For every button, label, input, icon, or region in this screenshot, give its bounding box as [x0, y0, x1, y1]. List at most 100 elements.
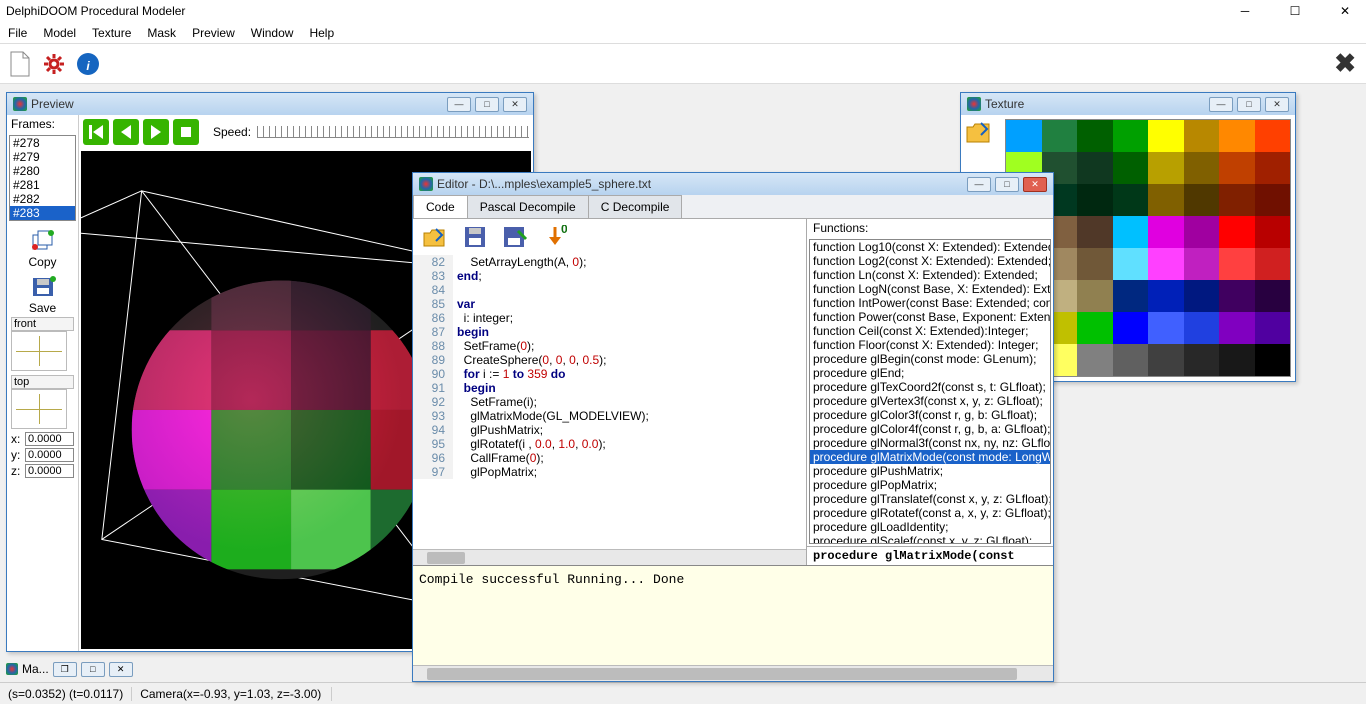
texture-swatch[interactable] [1148, 120, 1184, 152]
code-hscrollbar[interactable] [413, 549, 806, 565]
texture-swatch[interactable] [1113, 312, 1149, 344]
minimized-window[interactable]: Ma... ❐ □ ✕ [6, 662, 133, 677]
save-icon[interactable] [461, 223, 489, 251]
frame-item-selected[interactable]: #283 [10, 206, 75, 220]
close-x-icon[interactable]: ✖ [1334, 48, 1356, 79]
functions-list[interactable]: function Log10(const X: Extended): Exten… [809, 239, 1051, 544]
texture-swatch[interactable] [1077, 248, 1113, 280]
tab-pascal-decompile[interactable]: Pascal Decompile [467, 195, 589, 218]
editor-maximize-button[interactable]: □ [995, 177, 1019, 192]
texture-swatch[interactable] [1184, 184, 1220, 216]
texture-swatch[interactable] [1184, 120, 1220, 152]
frames-list[interactable]: #278 #279 #280 #281 #282 #283 [9, 135, 76, 221]
texture-swatch[interactable] [1148, 216, 1184, 248]
minimized-restore-button[interactable]: ❐ [53, 662, 77, 677]
texture-swatch[interactable] [1148, 152, 1184, 184]
new-file-icon[interactable] [8, 52, 32, 76]
save-button[interactable]: Save [21, 275, 65, 315]
texture-swatch[interactable] [1184, 344, 1220, 376]
texture-swatch[interactable] [1255, 120, 1291, 152]
texture-swatch[interactable] [1255, 312, 1291, 344]
editor-titlebar[interactable]: Editor - D:\...mples\example5_sphere.txt… [413, 173, 1053, 195]
function-item[interactable]: procedure glBegin(const mode: GLenum); [810, 352, 1050, 366]
texture-close-button[interactable]: ✕ [1265, 97, 1289, 112]
texture-swatch[interactable] [1219, 152, 1255, 184]
function-item[interactable]: procedure glPushMatrix; [810, 464, 1050, 478]
texture-swatch[interactable] [1184, 280, 1220, 312]
texture-swatch[interactable] [1077, 344, 1113, 376]
function-item[interactable]: procedure glColor4f(const r, g, b, a: GL… [810, 422, 1050, 436]
stop-button[interactable] [173, 119, 199, 145]
menu-texture[interactable]: Texture [92, 26, 131, 40]
texture-swatch[interactable] [1113, 344, 1149, 376]
texture-swatch[interactable] [1148, 248, 1184, 280]
minimized-maximize-button[interactable]: □ [81, 662, 105, 677]
texture-swatch[interactable] [1113, 216, 1149, 248]
function-item[interactable]: procedure glScalef(const x, y, z: GLfloa… [810, 534, 1050, 544]
code-editor[interactable]: 82 SetArrayLength(A, 0);83end;8485var86 … [413, 255, 806, 549]
frame-item[interactable]: #278 [10, 136, 75, 150]
texture-swatch[interactable] [1113, 120, 1149, 152]
texture-swatch[interactable] [1148, 280, 1184, 312]
x-input[interactable] [25, 432, 74, 446]
texture-swatch[interactable] [1077, 280, 1113, 312]
menu-model[interactable]: Model [43, 26, 76, 40]
z-input[interactable] [25, 464, 74, 478]
texture-swatch[interactable] [1006, 120, 1042, 152]
function-item[interactable]: procedure glNormal3f(const nx, ny, nz: G… [810, 436, 1050, 450]
texture-swatch[interactable] [1113, 248, 1149, 280]
texture-swatch[interactable] [1042, 120, 1078, 152]
info-icon[interactable]: i [76, 52, 100, 76]
preview-titlebar[interactable]: Preview — □ ✕ [7, 93, 533, 115]
function-item[interactable]: function IntPower(const Base: Extended; … [810, 296, 1050, 310]
texture-swatch[interactable] [1219, 184, 1255, 216]
menu-help[interactable]: Help [309, 26, 334, 40]
function-item[interactable]: procedure glTexCoord2f(const s, t: GLflo… [810, 380, 1050, 394]
tab-code[interactable]: Code [413, 195, 468, 218]
texture-swatch[interactable] [1219, 280, 1255, 312]
minimized-close-button[interactable]: ✕ [109, 662, 133, 677]
frame-item[interactable]: #281 [10, 178, 75, 192]
top-axis[interactable] [11, 389, 67, 429]
function-item[interactable]: function Ln(const X: Extended): Extended… [810, 268, 1050, 282]
menu-preview[interactable]: Preview [192, 26, 235, 40]
editor-minimize-button[interactable]: — [967, 177, 991, 192]
texture-swatch[interactable] [1077, 184, 1113, 216]
output-hscrollbar[interactable] [413, 665, 1053, 681]
frame-item[interactable]: #282 [10, 192, 75, 206]
texture-swatch[interactable] [1255, 344, 1291, 376]
texture-maximize-button[interactable]: □ [1237, 97, 1261, 112]
y-input[interactable] [25, 448, 74, 462]
run-icon[interactable]: 01 [541, 223, 569, 251]
gear-icon[interactable] [42, 52, 66, 76]
texture-titlebar[interactable]: Texture — □ ✕ [961, 93, 1295, 115]
texture-swatch[interactable] [1113, 152, 1149, 184]
function-item[interactable]: procedure glLoadIdentity; [810, 520, 1050, 534]
texture-swatch[interactable] [1255, 152, 1291, 184]
function-item[interactable]: procedure glMatrixMode(const mode: LongW… [810, 450, 1050, 464]
texture-swatch[interactable] [1219, 344, 1255, 376]
function-item[interactable]: function LogN(const Base, X: Extended): … [810, 282, 1050, 296]
texture-swatch[interactable] [1148, 312, 1184, 344]
function-item[interactable]: procedure glTranslatef(const x, y, z: GL… [810, 492, 1050, 506]
function-item[interactable]: function Floor(const X: Extended): Integ… [810, 338, 1050, 352]
tab-c-decompile[interactable]: C Decompile [588, 195, 683, 218]
texture-swatch[interactable] [1255, 216, 1291, 248]
preview-minimize-button[interactable]: — [447, 97, 471, 112]
texture-swatch[interactable] [1219, 248, 1255, 280]
texture-swatch[interactable] [1184, 248, 1220, 280]
function-item[interactable]: function Ceil(const X: Extended):Integer… [810, 324, 1050, 338]
texture-swatch[interactable] [1148, 344, 1184, 376]
first-frame-button[interactable] [83, 119, 109, 145]
texture-swatch[interactable] [1219, 216, 1255, 248]
menu-mask[interactable]: Mask [147, 26, 176, 40]
texture-swatch[interactable] [1077, 152, 1113, 184]
function-item[interactable]: procedure glVertex3f(const x, y, z: GLfl… [810, 394, 1050, 408]
function-item[interactable]: function Log2(const X: Extended): Extend… [810, 254, 1050, 268]
texture-swatch[interactable] [1113, 184, 1149, 216]
texture-swatch[interactable] [1219, 312, 1255, 344]
menu-file[interactable]: File [8, 26, 27, 40]
frame-item[interactable]: #279 [10, 150, 75, 164]
texture-open-icon[interactable] [965, 134, 993, 148]
maximize-button[interactable]: ☐ [1280, 4, 1310, 18]
